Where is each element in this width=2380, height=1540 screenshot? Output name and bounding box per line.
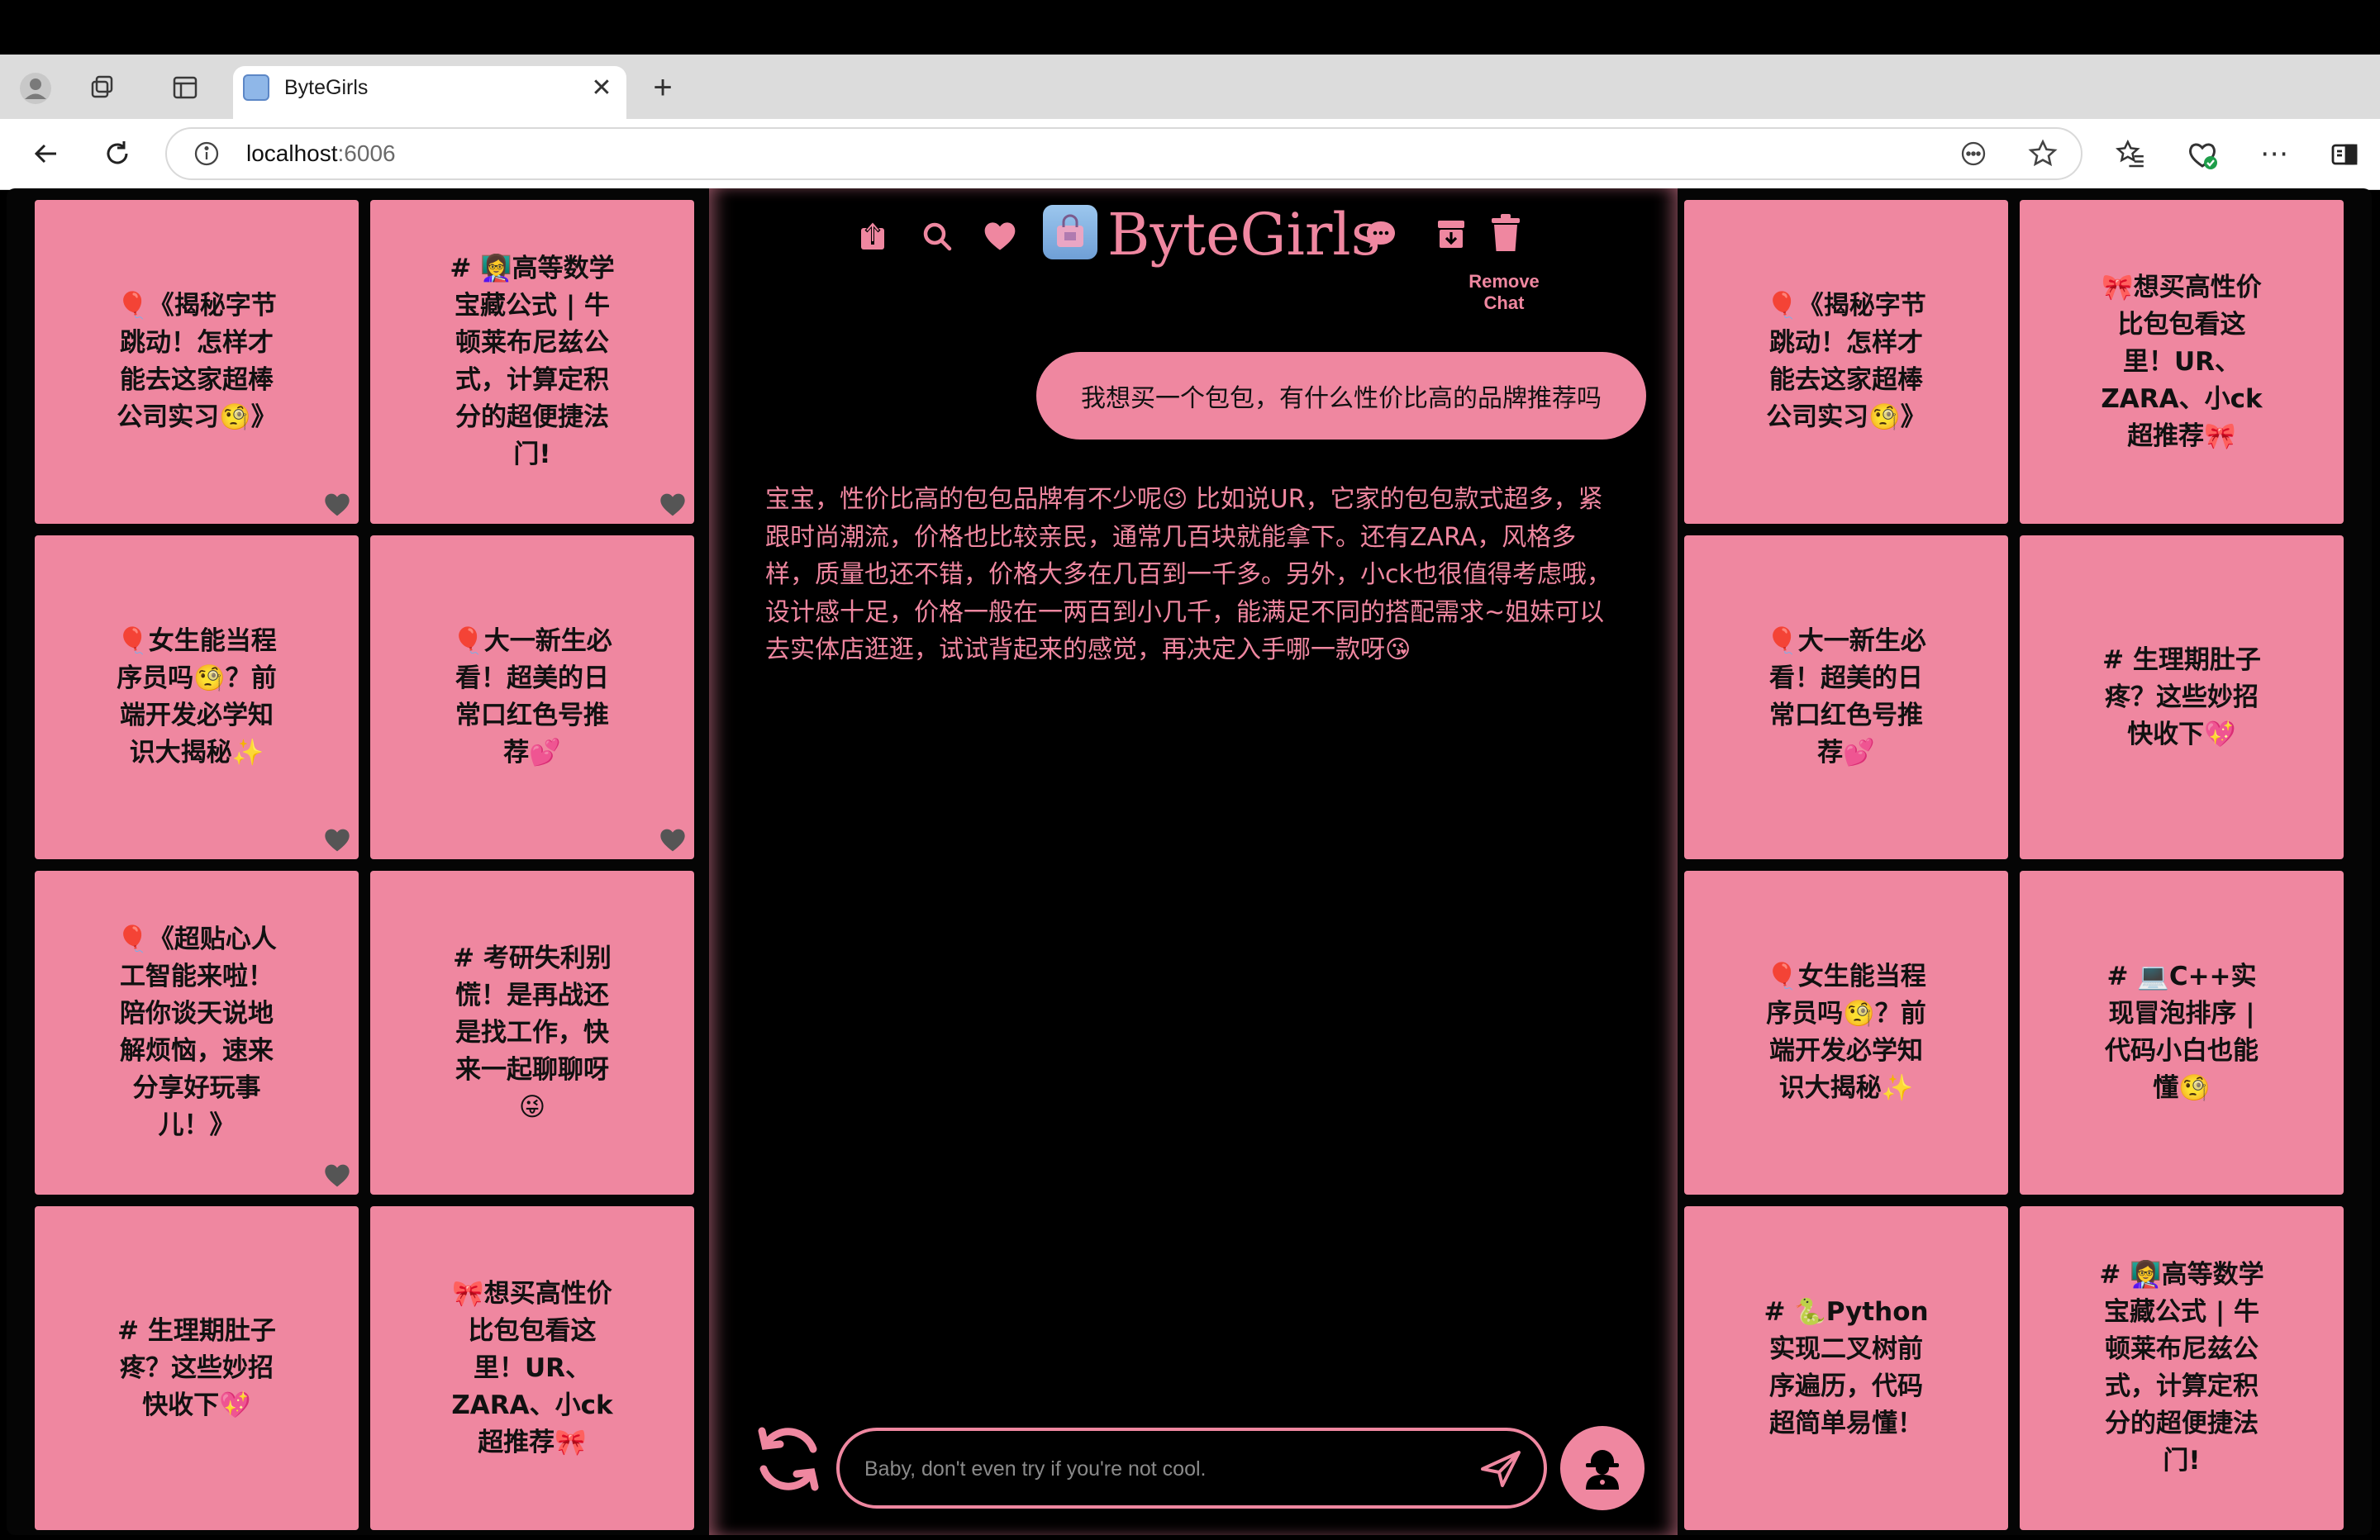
post-card-title: 🎈《揭秘字节跳动！怎样才能去这家超棒公司实习🧐》 (1766, 291, 1926, 432)
post-card[interactable]: 🎈女生能当程序员吗🧐？前端开发必学知识大揭秘✨ (1684, 871, 2008, 1195)
post-card[interactable]: 🎀想买高性价比包包看这里！UR、ZARA、小ck超推荐🎀 (2020, 200, 2344, 524)
post-card-title: # 生理期肚子疼？这些妙招快收下💖 (117, 1315, 276, 1420)
heart-icon[interactable] (324, 828, 350, 853)
post-card-title: 🎈女生能当程序员吗🧐？前端开发必学知识大揭秘✨ (1766, 962, 1926, 1103)
user-message-bubble: 我想买一个包包，有什么性价比高的品牌推荐吗 (1036, 352, 1646, 440)
info-icon[interactable] (192, 139, 221, 169)
post-card-title: # 👩‍🏫高等数学宝藏公式 | 牛顿莱布尼兹公式，计算定积分的超便捷法门! (450, 254, 615, 469)
url-host: localhost (246, 140, 338, 166)
post-card[interactable]: 🎈《超贴心人工智能来啦！陪你谈天说地解烦恼，速来分享好玩事儿！》 (35, 871, 359, 1195)
back-icon[interactable] (28, 135, 64, 172)
post-card[interactable]: # 生理期肚子疼？这些妙招快收下💖 (35, 1206, 359, 1530)
refresh-icon[interactable] (749, 1419, 828, 1499)
assistant-message: 宝宝，性价比高的包包品牌有不少呢😉 比如说UR，它家的包包款式超多，紧跟时尚潮流… (765, 485, 1611, 664)
new-tab-icon[interactable]: + (645, 69, 681, 106)
reload-icon[interactable] (99, 135, 136, 172)
remove-chat-label[interactable]: Remove Chat (1446, 271, 1562, 314)
tab-close-icon[interactable]: ✕ (587, 73, 616, 102)
post-card[interactable]: 🎀想买高性价比包包看这里！UR、ZARA、小ck超推荐🎀 (370, 1206, 694, 1530)
user-avatar-icon[interactable] (1560, 1426, 1645, 1510)
post-card[interactable]: # 👩‍🏫高等数学宝藏公式 | 牛顿莱布尼兹公式，计算定积分的超便捷法门! (2020, 1206, 2344, 1530)
chat-input-wrapper (836, 1428, 1547, 1509)
profile-icon[interactable] (18, 71, 53, 106)
bytegirls-app: 🎈《揭秘字节跳动！怎样才能去这家超棒公司实习🧐》 # 👩‍🏫高等数学宝藏公式 |… (7, 188, 2372, 1535)
os-menu-bar (0, 0, 2380, 55)
post-card[interactable]: # 💻C++实现冒泡排序 | 代码小白也能懂🧐 (2020, 871, 2344, 1195)
post-card-title: 🎀想买高性价比包包看这里！UR、ZARA、小ck超推荐🎀 (2101, 272, 2263, 451)
tab-favicon-icon (243, 74, 269, 101)
post-card-title: 🎈大一新生必看！超美的日常口红色号推荐💕 (1766, 626, 1926, 768)
tab-actions-icon[interactable] (169, 71, 202, 104)
chat-bubble-icon[interactable] (1362, 216, 1400, 253)
post-card[interactable]: 🎈《揭秘字节跳动！怎样才能去这家超棒公司实习🧐》 (35, 200, 359, 524)
post-card-title: 🎈《超贴心人工智能来啦！陪你谈天说地解烦恼，速来分享好玩事儿！》 (117, 924, 277, 1140)
reading-mode-icon[interactable] (1957, 137, 1990, 170)
post-card-title: # 考研失利别慌！是再战还是找工作，快来一起聊聊呀😜 (453, 943, 612, 1122)
heart-icon[interactable] (324, 492, 350, 517)
share-icon[interactable] (854, 218, 891, 254)
post-card[interactable]: 🎈大一新生必看！超美的日常口红色号推荐💕 (1684, 535, 2008, 859)
post-card[interactable]: # 🐍Python实现二叉树前序遍历，代码超简单易懂！ (1684, 1206, 2008, 1530)
favorite-star-icon[interactable] (2025, 135, 2061, 172)
post-card-title: 🎈大一新生必看！超美的日常口红色号推荐💕 (452, 626, 612, 768)
collections-icon[interactable] (86, 71, 119, 104)
heart-icon[interactable] (982, 218, 1018, 254)
sidebar-icon[interactable] (2327, 137, 2362, 172)
tab-title: ByteGirls (284, 76, 369, 99)
post-card-title: 🎈女生能当程序员吗🧐？前端开发必学知识大揭秘✨ (117, 626, 277, 768)
more-icon[interactable]: ⋯ (2256, 135, 2292, 172)
post-card-title: # 💻C++实现冒泡排序 | 代码小白也能懂🧐 (2105, 962, 2259, 1103)
chat-input[interactable] (864, 1447, 1443, 1490)
favorites-icon[interactable] (2112, 135, 2149, 172)
url-field[interactable] (165, 127, 2082, 180)
heart-icon[interactable] (324, 1163, 350, 1188)
post-card-title: 🎀想买高性价比包包看这里！UR、ZARA、小ck超推荐🎀 (451, 1278, 613, 1457)
post-card[interactable]: 🎈大一新生必看！超美的日常口红色号推荐💕 (370, 535, 694, 859)
heart-icon[interactable] (659, 828, 686, 853)
archive-icon[interactable] (1433, 215, 1469, 253)
post-card[interactable]: 🎈女生能当程序员吗🧐？前端开发必学知识大揭秘✨ (35, 535, 359, 859)
post-card[interactable]: 🎈《揭秘字节跳动！怎样才能去这家超棒公司实习🧐》 (1684, 200, 2008, 524)
heart-icon[interactable] (659, 492, 686, 517)
url-port: :6006 (337, 140, 396, 166)
brand-title: ByteGirls (1107, 201, 1381, 269)
app-logo (1043, 205, 1097, 259)
post-card-title: # 👩‍🏫高等数学宝藏公式 | 牛顿莱布尼兹公式，计算定积分的超便捷法门! (2099, 1260, 2264, 1476)
post-card-title: 🎈《揭秘字节跳动！怎样才能去这家超棒公司实习🧐》 (117, 291, 277, 432)
post-card[interactable]: # 考研失利别慌！是再战还是找工作，快来一起聊聊呀😜 (370, 871, 694, 1195)
post-card[interactable]: # 生理期肚子疼？这些妙招快收下💖 (2020, 535, 2344, 859)
post-card[interactable]: # 👩‍🏫高等数学宝藏公式 | 牛顿莱布尼兹公式，计算定积分的超便捷法门! (370, 200, 694, 524)
send-icon[interactable] (1478, 1447, 1524, 1490)
post-card-title: # 生理期肚子疼？这些妙招快收下💖 (2102, 644, 2261, 749)
post-card-title: # 🐍Python实现二叉树前序遍历，代码超简单易懂！ (1764, 1297, 1929, 1438)
search-icon[interactable] (919, 218, 955, 254)
trash-icon[interactable] (1488, 212, 1524, 254)
browser-essentials-icon[interactable] (2183, 135, 2221, 173)
url-text[interactable]: localhost:6006 (246, 140, 396, 167)
